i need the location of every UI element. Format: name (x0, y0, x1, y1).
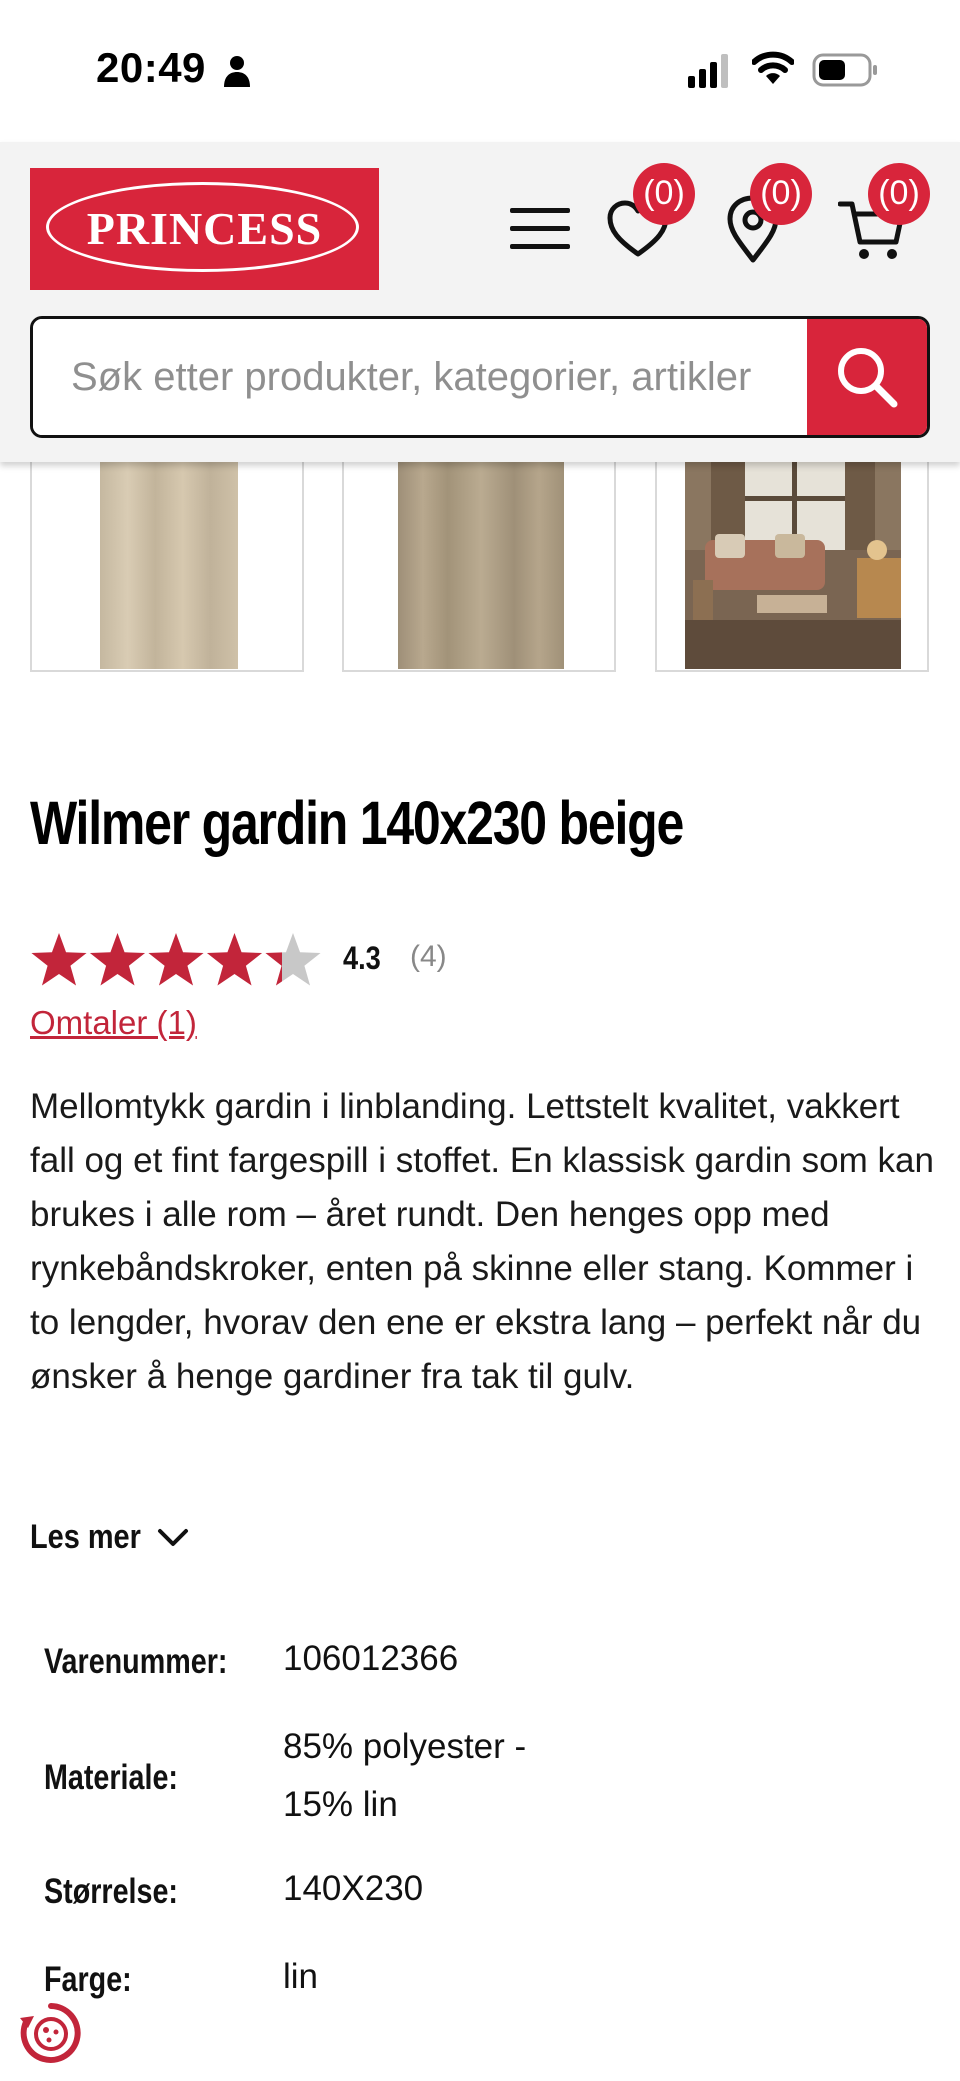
star-icon (89, 933, 146, 986)
spec-value-color: lin (283, 1957, 319, 1996)
wishlist-count-badge: (0) (633, 163, 695, 225)
curtain-image (100, 440, 238, 669)
search-button[interactable] (807, 319, 927, 435)
read-more-label: Les mer (30, 1518, 141, 1556)
person-icon (224, 56, 250, 87)
product-image-thumb[interactable] (342, 440, 616, 672)
star-icon (148, 933, 204, 986)
product-description: Mellomtykk gardin i linblanding. Lettste… (30, 1087, 934, 1396)
status-time: 20:49 (96, 44, 206, 91)
star-icon (265, 933, 321, 986)
spec-label-size: Størrelse: (44, 1872, 178, 1911)
logo-text: PRINCESS (86, 203, 323, 254)
curtain-image (398, 440, 564, 669)
battery-icon (812, 53, 877, 87)
rating-stars (31, 933, 321, 986)
signal-icon (688, 54, 728, 88)
search-input[interactable] (33, 319, 811, 435)
rating-count: (4) (410, 940, 447, 973)
spec-value-size: 140X230 (283, 1869, 424, 1908)
product-image-thumb[interactable] (655, 440, 929, 672)
room-image (685, 440, 901, 669)
menu-icon[interactable] (508, 206, 572, 252)
spec-label-material: Materiale: (44, 1758, 178, 1797)
rating-value: 4.3 (343, 940, 381, 976)
princess-logo[interactable]: PRINCESS (30, 168, 379, 290)
chevron-down-icon (158, 1528, 189, 1546)
reviews-link[interactable]: Omtaler (1) (30, 1004, 197, 1042)
spec-value-material: 85% polyester - 15% lin (283, 1727, 527, 1824)
star-icon (31, 933, 87, 986)
search-bar (30, 316, 930, 438)
spec-label-color: Farge: (44, 1960, 132, 1999)
cart-count-badge: (0) (868, 163, 930, 225)
cookie-settings-icon[interactable] (16, 1998, 86, 2068)
spec-value-item-number: 106012366 (283, 1639, 459, 1678)
read-more-toggle[interactable]: Les mer (30, 1518, 190, 1557)
store-count-badge: (0) (750, 163, 812, 225)
wifi-icon (752, 51, 794, 84)
product-title: Wilmer gardin 140x230 beige (30, 789, 684, 857)
star-icon (206, 933, 263, 986)
spec-label-item-number: Varenummer: (44, 1642, 228, 1681)
product-image-thumb[interactable] (30, 440, 304, 672)
search-icon (838, 348, 898, 408)
